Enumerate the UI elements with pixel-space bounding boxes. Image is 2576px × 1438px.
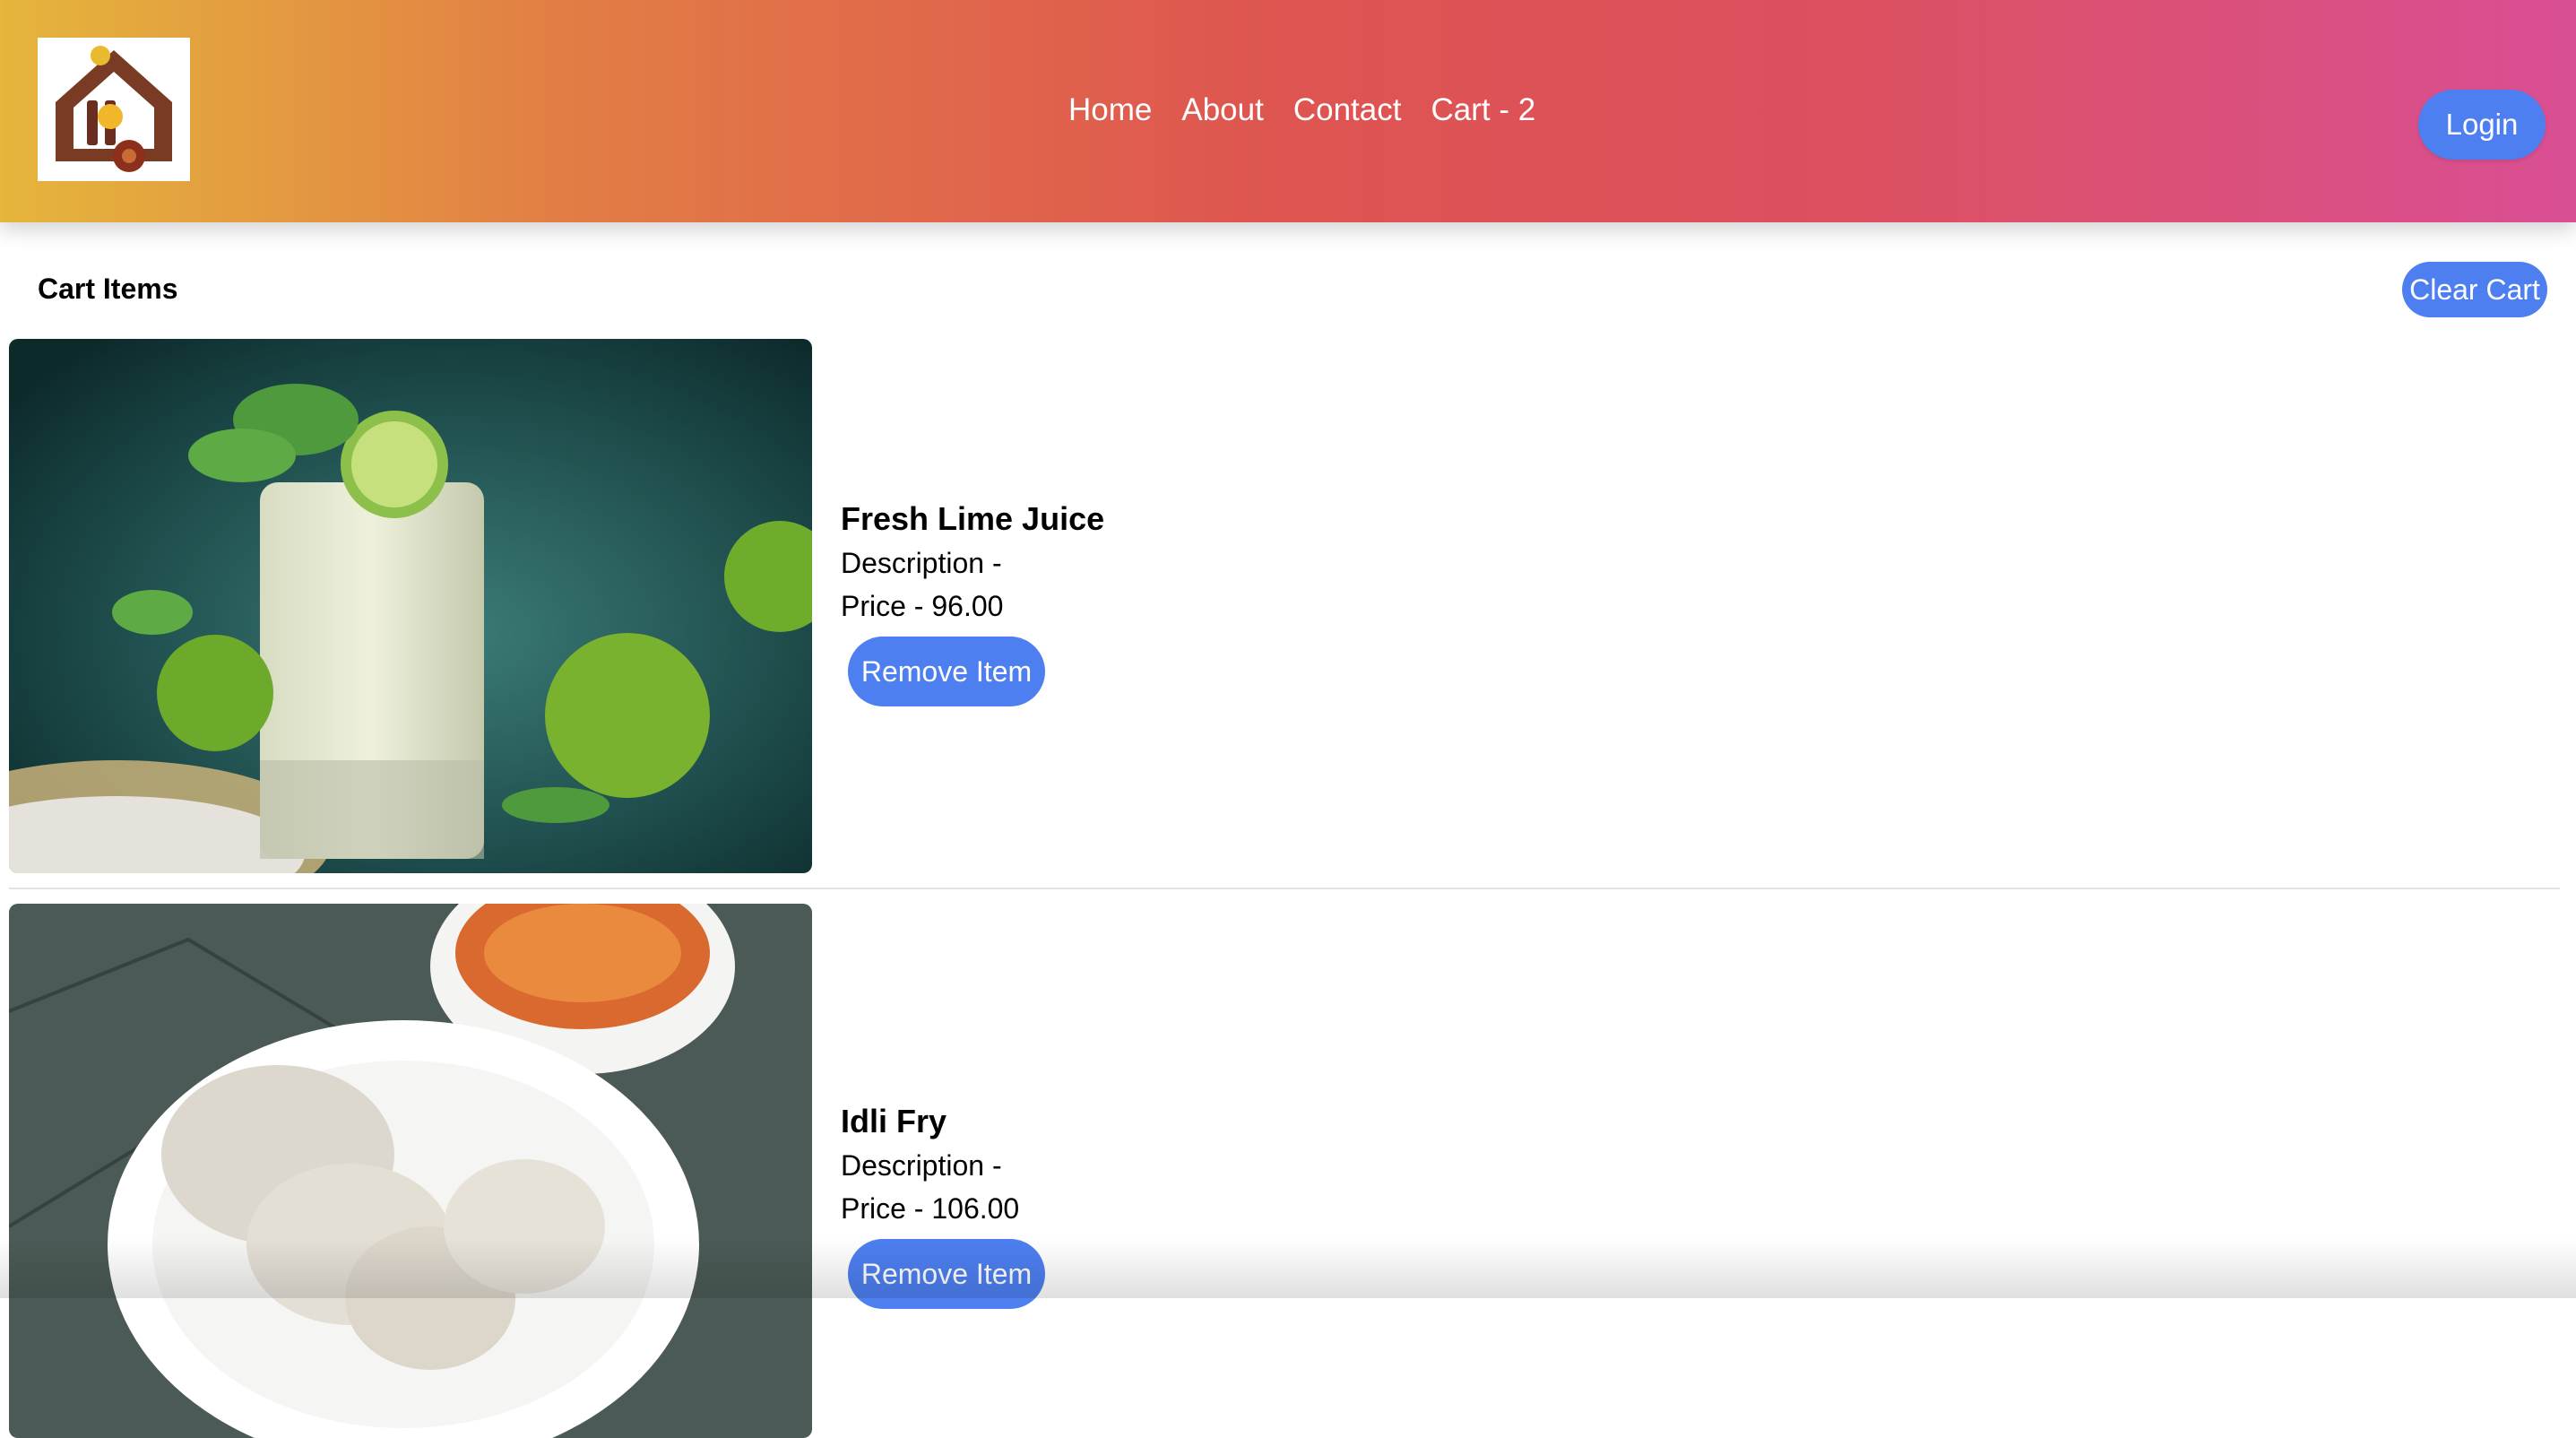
cart-item: Idli Fry Description - Price - 106.00 Re… (9, 904, 2560, 1438)
nav-home-link[interactable]: Home (1068, 88, 1152, 133)
nav-about-link[interactable]: About (1181, 88, 1263, 133)
site-header: Home About Contact Cart - 2 Login (0, 0, 2576, 222)
cart-item-info: Fresh Lime Juice Description - Price - 9… (841, 497, 1104, 706)
home-food-logo-icon[interactable] (38, 38, 190, 181)
item-description: Description - (841, 1149, 1002, 1182)
nav-cart-link[interactable]: Cart - 2 (1431, 88, 1535, 133)
item-name: Idli Fry (841, 1103, 947, 1139)
item-description: Description - (841, 547, 1002, 579)
nav-contact-link[interactable]: Contact (1293, 88, 1402, 133)
remove-item-button[interactable]: Remove Item (848, 637, 1045, 706)
clear-cart-button[interactable]: Clear Cart (2402, 262, 2547, 317)
idli-fry-image (9, 904, 812, 1438)
remove-item-button[interactable]: Remove Item (848, 1239, 1045, 1309)
item-name: Fresh Lime Juice (841, 500, 1105, 537)
cart-title: Cart Items (38, 273, 178, 305)
main-nav: Home About Contact Cart - 2 (1068, 88, 1535, 133)
login-button[interactable]: Login (2418, 90, 2546, 160)
item-price: Price - 106.00 (841, 1192, 1020, 1225)
item-price: Price - 96.00 (841, 590, 1004, 622)
cart-item: Fresh Lime Juice Description - Price - 9… (9, 339, 2560, 889)
fresh-lime-juice-image (9, 339, 812, 873)
cart-item-info: Idli Fry Description - Price - 106.00 Re… (841, 1099, 1045, 1309)
